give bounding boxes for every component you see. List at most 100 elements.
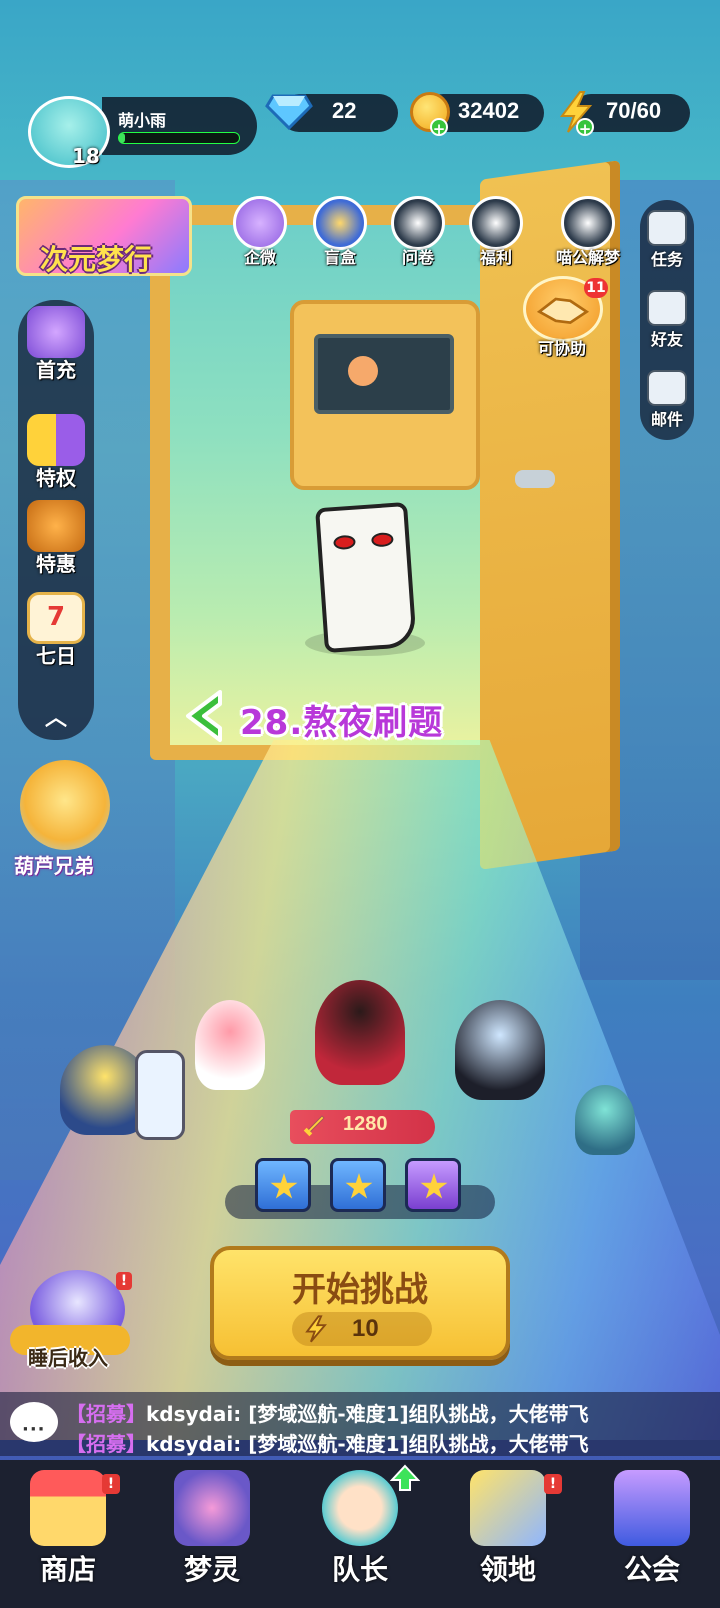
star-icon [345,1173,373,1199]
hero-visor[interactable] [455,1000,545,1100]
exp-bar-fill [119,133,125,143]
assist-label: 可协助 [538,339,587,358]
star-icon [420,1173,448,1199]
previous-level-arrow-icon[interactable] [180,688,224,744]
exp-bar [118,132,240,144]
event-banner-label: 次元梦行 [40,243,153,276]
task-button[interactable]: 任务 [640,210,694,270]
chat-message: 【招募】kdsydai: [梦域巡航-难度1]组队挑战，大佬带飞 [66,1398,589,1427]
chat-text: kdsydai: [梦域巡航-难度1]组队挑战，大佬带飞 [146,1402,589,1426]
seven-day-button[interactable]: 7 七日 [18,592,94,669]
first-charge-button[interactable]: 首充 [18,306,94,383]
reward-chest[interactable] [330,1158,386,1212]
star-icon [270,1173,298,1199]
top-icon-survey[interactable]: 问卷 [388,196,448,268]
territory-icon [470,1470,546,1546]
special-offer-icon [27,500,85,552]
mail-icon [647,370,687,406]
energy-cost-value: 10 [352,1315,379,1342]
privilege-label: 特权 [36,466,76,490]
assist-count-badge: 11 [584,278,608,298]
chat-message: 【招募】kdsydai: [梦域巡航-难度1]组队挑战，大佬带飞 [66,1428,589,1457]
lightning-bolt-icon [305,1315,327,1343]
sleep-income-badge: ! [116,1272,132,1290]
upgrade-arrow-icon [390,1464,420,1491]
paper-monster-boss[interactable] [315,501,417,654]
top-icon-gift[interactable]: 企微 [230,196,290,268]
friends-button[interactable]: 好友 [640,290,694,350]
task-label: 任务 [650,250,683,269]
monster-eye-left [333,534,356,551]
nav-territory-badge: ! [544,1474,562,1494]
collapse-menu-chevron-icon[interactable]: ︿ [40,700,72,731]
gem-count: 22 [332,98,357,123]
door-knob [515,470,555,488]
diamond-icon [265,94,313,130]
add-energy-icon[interactable]: + [576,118,594,138]
monster-eye-right [370,532,394,548]
hero-octopus[interactable] [575,1085,635,1155]
top-icon-cat-dream[interactable]: 喵公解梦 [548,196,628,268]
chat-tag: 【招募】 [66,1432,146,1456]
reward-chest[interactable] [405,1158,461,1212]
reward-chest[interactable] [255,1158,311,1212]
nav-dream-spirit[interactable]: 梦灵 [152,1470,272,1588]
start-challenge-button[interactable]: 开始挑战 10 [210,1246,510,1360]
special-offer-button[interactable]: 特惠 [18,500,94,577]
first-charge-label: 首充 [36,358,76,382]
nav-label: 公会 [623,1553,680,1586]
energy-count: 70/60 [606,98,662,123]
player-name: 萌小雨 [118,111,167,130]
mail-button[interactable]: 邮件 [640,370,694,430]
nav-label: 领地 [479,1553,536,1586]
task-icon [647,210,687,246]
survey-icon [391,196,445,250]
guild-icon [614,1470,690,1546]
hero-nurse[interactable] [195,1000,265,1090]
top-icon-mystery-box[interactable]: 盲盒 [310,196,370,268]
gourd-brothers-button[interactable] [20,760,110,850]
mail-label: 邮件 [650,410,683,429]
start-challenge-label: 开始挑战 [292,1270,428,1310]
mystery-box-icon [313,196,367,250]
nav-label: 队长 [331,1553,388,1586]
welfare-gift-icon [469,196,523,250]
sleep-income-label: 睡后收入 [28,1346,108,1370]
top-icon-label: 企微 [243,248,276,267]
gourd-brothers-label: 葫芦兄弟 [14,854,94,878]
chat-tag: 【招募】 [66,1402,146,1426]
level-title: 28.熬夜刷题 [240,703,444,743]
hero-shield [135,1050,185,1140]
hero-swordswoman[interactable] [315,980,405,1085]
special-offer-label: 特惠 [36,552,76,576]
chat-bubble-icon[interactable]: ··· [10,1402,58,1442]
nav-label: 商店 [39,1553,96,1586]
nav-label: 梦灵 [183,1553,240,1586]
player-level: 18 [72,144,100,168]
first-charge-icon [27,306,85,358]
top-icon-label: 盲盒 [323,248,356,267]
pacman-icon [348,356,378,386]
gold-count: 32402 [458,98,520,123]
sword-icon [303,1115,325,1137]
top-icon-welfare[interactable]: 福利 [466,196,526,268]
gift-icon [233,196,287,250]
chat-text: kdsydai: [梦域巡航-难度1]组队挑战，大佬带飞 [146,1432,589,1456]
shop-icon [30,1470,106,1546]
dream-spirit-icon [174,1470,250,1546]
captain-icon [322,1470,398,1546]
energy-cost-pill: 10 [292,1312,432,1346]
friends-label: 好友 [650,330,683,349]
add-gold-icon[interactable]: + [430,118,448,138]
arcade-screen [314,334,454,414]
nav-guild[interactable]: 公会 [592,1470,712,1588]
top-icon-label: 问卷 [401,248,434,267]
calendar-icon: 7 [27,592,85,644]
top-icon-label: 福利 [479,248,512,267]
top-icon-label: 喵公解梦 [555,248,620,267]
cat-dream-icon [561,196,615,250]
privilege-button[interactable]: 特权 [18,414,94,491]
friends-icon [647,290,687,326]
game-scene: 28.熬夜刷题 18 萌小雨 22 + 32402 + 70/60 次元梦行 企… [0,0,720,1608]
privilege-card-icon [27,414,85,466]
